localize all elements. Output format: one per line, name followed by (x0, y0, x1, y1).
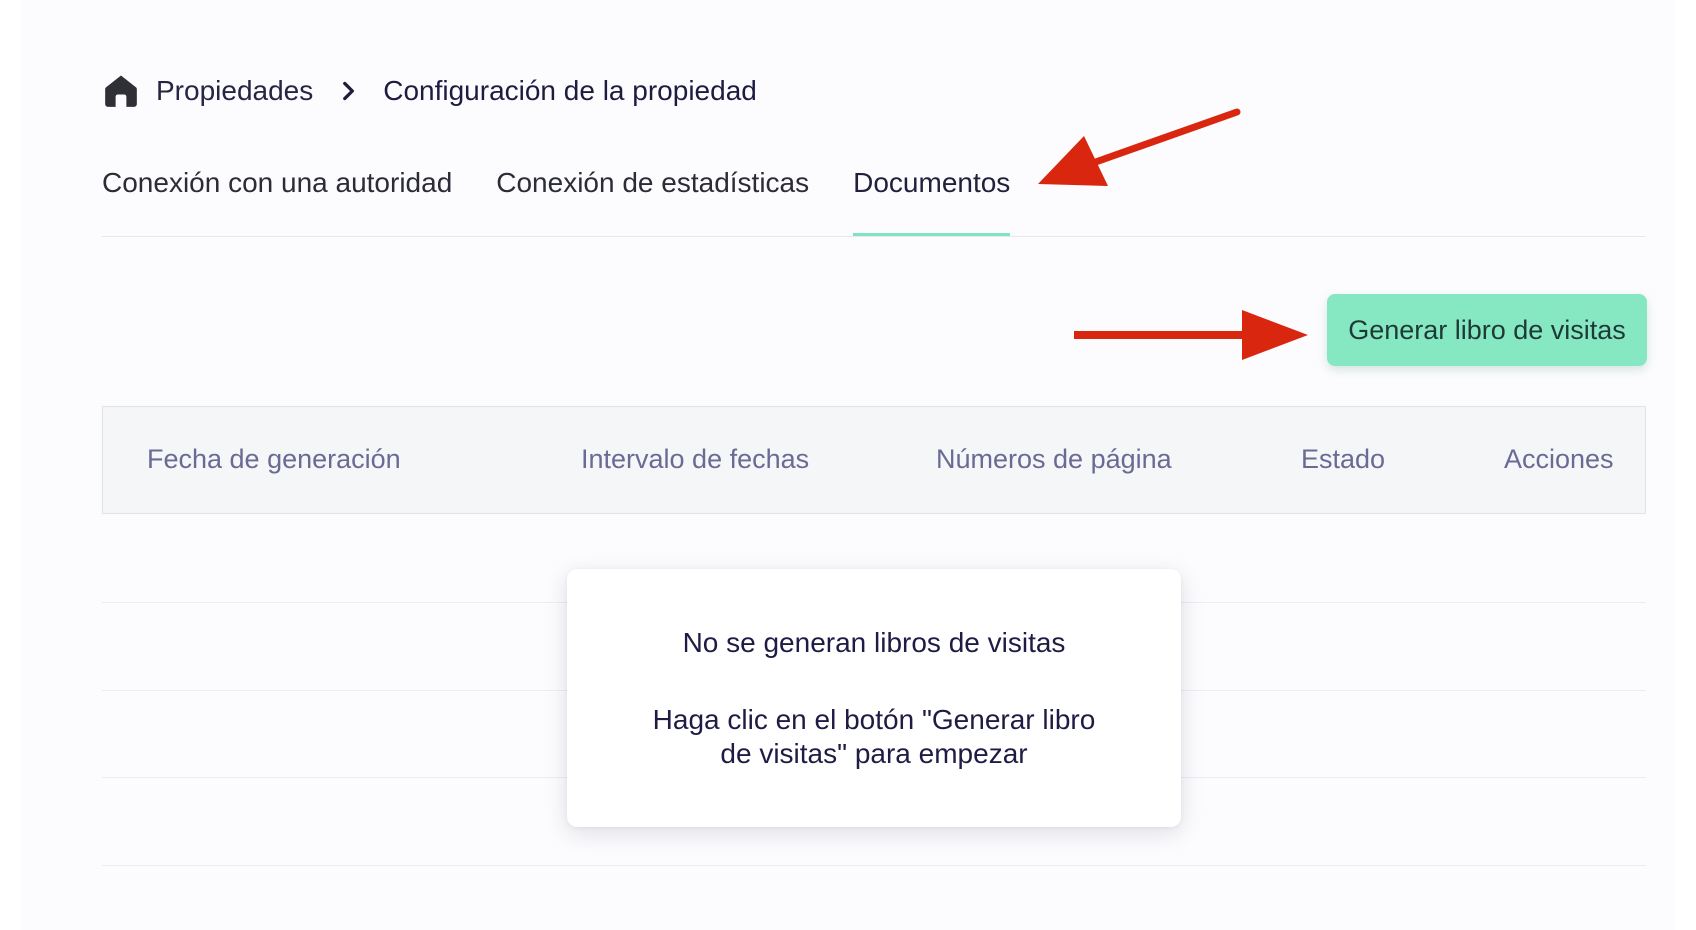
empty-state-card: No se generan libros de visitas Haga cli… (567, 569, 1181, 827)
column-header-status[interactable]: Estado (1301, 407, 1385, 511)
column-header-actions[interactable]: Acciones (1504, 407, 1614, 511)
chevron-right-icon (335, 78, 361, 104)
breadcrumb-current: Configuración de la propiedad (383, 75, 757, 106)
tab-statistics-connection[interactable]: Conexión de estadísticas (496, 160, 809, 236)
generate-guestbook-button[interactable]: Generar libro de visitas (1327, 294, 1647, 366)
tab-authority-connection[interactable]: Conexión con una autoridad (102, 160, 452, 236)
page: Propiedades Configuración de la propieda… (22, 0, 1674, 930)
tab-bar: Conexión con una autoridad Conexión de e… (102, 160, 1646, 237)
column-header-page-numbers[interactable]: Números de página (936, 407, 1172, 511)
annotation-arrow-tab (1038, 108, 1241, 186)
table-row-divider (102, 865, 1646, 866)
home-icon[interactable] (102, 72, 140, 110)
breadcrumb: Propiedades Configuración de la propieda… (102, 68, 757, 114)
table-header: Fecha de generación Intervalo de fechas … (102, 406, 1646, 514)
empty-state-hint: Haga clic en el botón "Generar libro de … (652, 704, 1096, 769)
column-header-date-range[interactable]: Intervalo de fechas (581, 407, 809, 511)
empty-state-title: No se generan libros de visitas (682, 627, 1066, 658)
column-header-generation-date[interactable]: Fecha de generación (147, 407, 401, 511)
annotation-arrow-button (1074, 310, 1308, 360)
tab-documents[interactable]: Documentos (853, 160, 1011, 236)
breadcrumb-properties-link[interactable]: Propiedades (156, 75, 313, 107)
